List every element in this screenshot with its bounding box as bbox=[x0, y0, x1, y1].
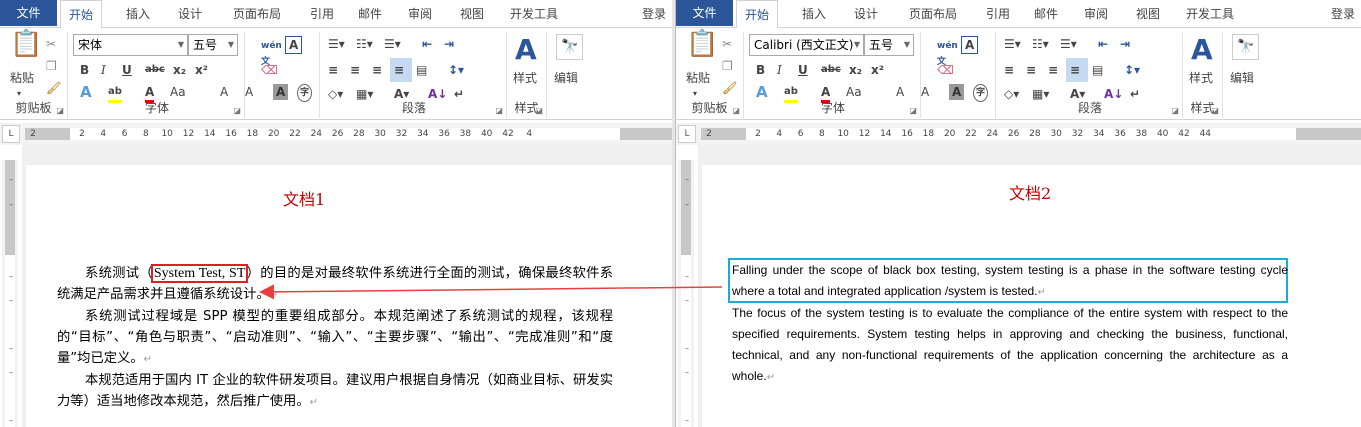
annotation-arrow-layer bbox=[259, 284, 723, 300]
annotation-arrow bbox=[259, 284, 723, 300]
